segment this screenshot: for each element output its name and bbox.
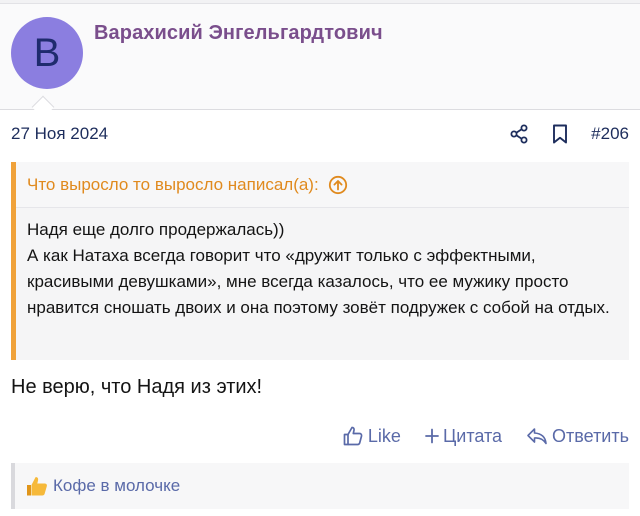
author-name[interactable]: Варахисий Энгельгардтович	[94, 22, 383, 45]
share-icon[interactable]	[509, 124, 529, 144]
reply-icon	[527, 428, 547, 445]
bookmark-icon[interactable]	[551, 124, 569, 144]
reaction-users-link[interactable]: Кофе в молочке	[53, 476, 180, 496]
thumbs-up-icon	[343, 426, 363, 446]
quote-line: Надя еще долго продержалась))	[27, 220, 285, 239]
post-meta: 27 Ноя 2024 #206	[11, 122, 629, 146]
quote-body: Надя еще долго продержалась)) А как Ната…	[16, 208, 629, 321]
quote-header: Что выросло то выросло написал(а):	[16, 162, 629, 208]
post-user-header: В Варахисий Энгельгардтович	[0, 4, 640, 110]
arrow-up-circle-icon[interactable]	[328, 175, 348, 195]
reactions-bar: Кофе в молочке	[11, 463, 629, 509]
like-label: Like	[367, 425, 401, 446]
post-meta-actions: #206	[509, 122, 629, 146]
message-text: Не верю, что Надя из этих!	[11, 376, 263, 398]
quote-button[interactable]: Цитата	[425, 426, 502, 447]
post-date[interactable]: 27 Ноя 2024	[11, 124, 108, 144]
avatar[interactable]: В	[11, 17, 83, 89]
quote-label: Цитата	[442, 425, 503, 446]
quote-line: А как Натаха всегда говорит что «дружит …	[27, 246, 610, 317]
post-number-link[interactable]: #206	[591, 124, 629, 144]
reply-button[interactable]: Ответить	[526, 426, 629, 447]
quote-block: Что выросло то выросло написал(а): Надя …	[11, 162, 629, 360]
plus-icon	[425, 428, 439, 444]
quote-author[interactable]: Что выросло то выросло написал(а):	[27, 175, 319, 195]
reply-label: Ответить	[552, 425, 629, 446]
like-button[interactable]: Like	[342, 425, 401, 447]
post-actions: Like Цитата Ответить	[342, 423, 629, 449]
thumbs-up-emoji-icon[interactable]	[25, 474, 49, 498]
